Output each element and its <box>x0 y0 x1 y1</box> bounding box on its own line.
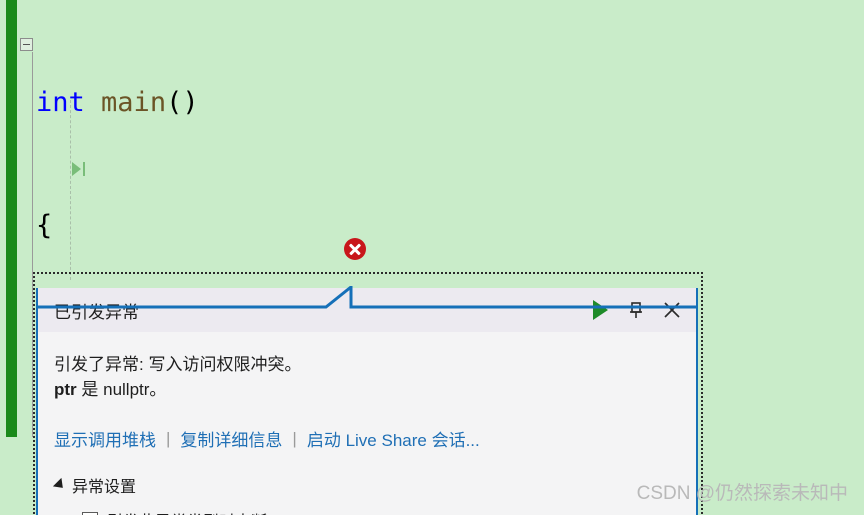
exception-popup[interactable]: 已引发异常 引发了异常: 写入访问权限冲突。 ptr 是 nullptr。 显示… <box>36 288 698 515</box>
link-separator: | <box>166 428 171 448</box>
exception-message-line-2: ptr 是 nullptr。 <box>54 377 680 402</box>
expander-triangle-icon <box>52 477 68 493</box>
copy-details-link[interactable]: 复制详细信息 <box>180 426 282 451</box>
show-call-stack-link[interactable]: 显示调用堆栈 <box>54 426 156 451</box>
exception-settings-expander[interactable]: 异常设置 <box>52 473 680 497</box>
popup-action-links: 显示调用堆栈 | 复制详细信息 | 启动 Live Share 会话... <box>54 426 680 451</box>
code-line-main-signature[interactable]: int main() <box>0 82 864 123</box>
exception-message-line-1: 引发了异常: 写入访问权限冲突。 <box>54 355 302 374</box>
csdn-watermark: CSDN @仍然探索未知中 <box>636 483 848 504</box>
checkbox-label: 引发此异常类型时中断 <box>107 508 267 515</box>
break-on-this-exception-type-checkbox[interactable]: 引发此异常类型时中断 <box>82 508 680 515</box>
error-circle-x-icon <box>344 238 366 260</box>
code-line-open-brace[interactable]: { <box>0 205 864 246</box>
exception-settings-header: 异常设置 <box>72 479 137 496</box>
popup-body: 引发了异常: 写入访问权限冲突。 ptr 是 nullptr。 显示调用堆栈 |… <box>38 332 696 515</box>
code-token: () <box>166 87 199 118</box>
visual-studio-debugger-screenshot: int main() { int a = 10; int* p = &a; in… <box>0 0 864 515</box>
code-token: main <box>101 87 167 118</box>
popup-callout-pointer <box>36 286 698 309</box>
start-live-share-link[interactable]: 启动 Live Share 会话... <box>307 426 480 451</box>
code-token: int <box>36 87 85 118</box>
link-separator: | <box>292 428 297 448</box>
exception-message-tail: 是 nullptr。 <box>76 380 167 399</box>
code-token: { <box>36 210 53 241</box>
exception-variable-name: ptr <box>54 380 77 399</box>
